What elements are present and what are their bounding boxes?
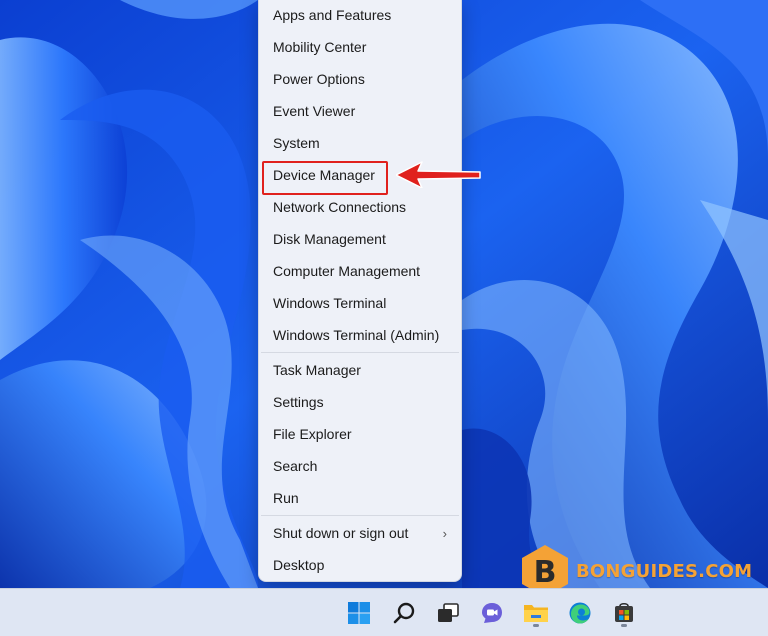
menu-item-label: Computer Management <box>273 263 421 279</box>
menu-item-task-manager[interactable]: Task Manager <box>259 355 461 385</box>
menu-item-network-connections[interactable]: Network Connections <box>259 192 461 222</box>
chevron-right-icon: › <box>442 526 447 541</box>
menu-divider <box>261 352 459 353</box>
windows-start-icon[interactable] <box>343 597 375 629</box>
menu-item-file-explorer[interactable]: File Explorer <box>259 419 461 449</box>
menu-item-system[interactable]: System <box>259 128 461 158</box>
menu-item-label: Windows Terminal (Admin) <box>273 327 440 343</box>
menu-item-label: File Explorer <box>273 426 352 442</box>
menu-item-label: Desktop <box>273 557 325 573</box>
annotation-arrow-icon <box>396 161 481 188</box>
menu-item-windows-terminal-admin[interactable]: Windows Terminal (Admin) <box>259 320 461 350</box>
menu-item-label: Run <box>273 490 299 506</box>
winx-context-menu: Apps and Features Mobility Center Power … <box>258 0 462 582</box>
menu-item-disk-management[interactable]: Disk Management <box>259 224 461 254</box>
menu-item-label: Shut down or sign out <box>273 525 409 541</box>
menu-item-windows-terminal[interactable]: Windows Terminal <box>259 288 461 318</box>
menu-item-run[interactable]: Run <box>259 483 461 513</box>
menu-item-label: Event Viewer <box>273 103 356 119</box>
menu-item-label: Windows Terminal <box>273 295 387 311</box>
menu-item-label: Task Manager <box>273 362 361 378</box>
taskbar <box>0 588 768 636</box>
menu-item-label: Power Options <box>273 71 365 87</box>
menu-item-label: Mobility Center <box>273 39 367 55</box>
menu-item-apps-and-features[interactable]: Apps and Features <box>259 0 461 30</box>
watermark-text: BONGUIDES.COM <box>576 560 753 582</box>
menu-item-search[interactable]: Search <box>259 451 461 481</box>
chat-icon[interactable] <box>476 597 508 629</box>
running-indicator <box>621 624 627 627</box>
file-explorer-icon[interactable] <box>520 597 552 629</box>
menu-item-label: Apps and Features <box>273 7 392 23</box>
watermark-letter: B <box>534 555 557 590</box>
edge-icon[interactable] <box>564 597 596 629</box>
menu-item-event-viewer[interactable]: Event Viewer <box>259 96 461 126</box>
menu-item-mobility-center[interactable]: Mobility Center <box>259 32 461 62</box>
menu-item-label: Disk Management <box>273 231 386 247</box>
task-view-icon[interactable] <box>432 597 464 629</box>
search-icon[interactable] <box>388 597 420 629</box>
menu-item-computer-management[interactable]: Computer Management <box>259 256 461 286</box>
menu-item-label: System <box>273 135 320 151</box>
menu-item-label: Settings <box>273 394 324 410</box>
menu-item-settings[interactable]: Settings <box>259 387 461 417</box>
menu-item-label: Device Manager <box>273 167 375 183</box>
store-icon[interactable] <box>608 597 640 629</box>
running-indicator <box>533 624 539 627</box>
menu-item-label: Search <box>273 458 318 474</box>
menu-item-label: Network Connections <box>273 199 407 215</box>
menu-item-desktop[interactable]: Desktop <box>259 550 461 580</box>
menu-item-shut-down-or-sign-out[interactable]: Shut down or sign out › <box>259 518 461 548</box>
menu-item-power-options[interactable]: Power Options <box>259 64 461 94</box>
menu-divider <box>261 515 459 516</box>
